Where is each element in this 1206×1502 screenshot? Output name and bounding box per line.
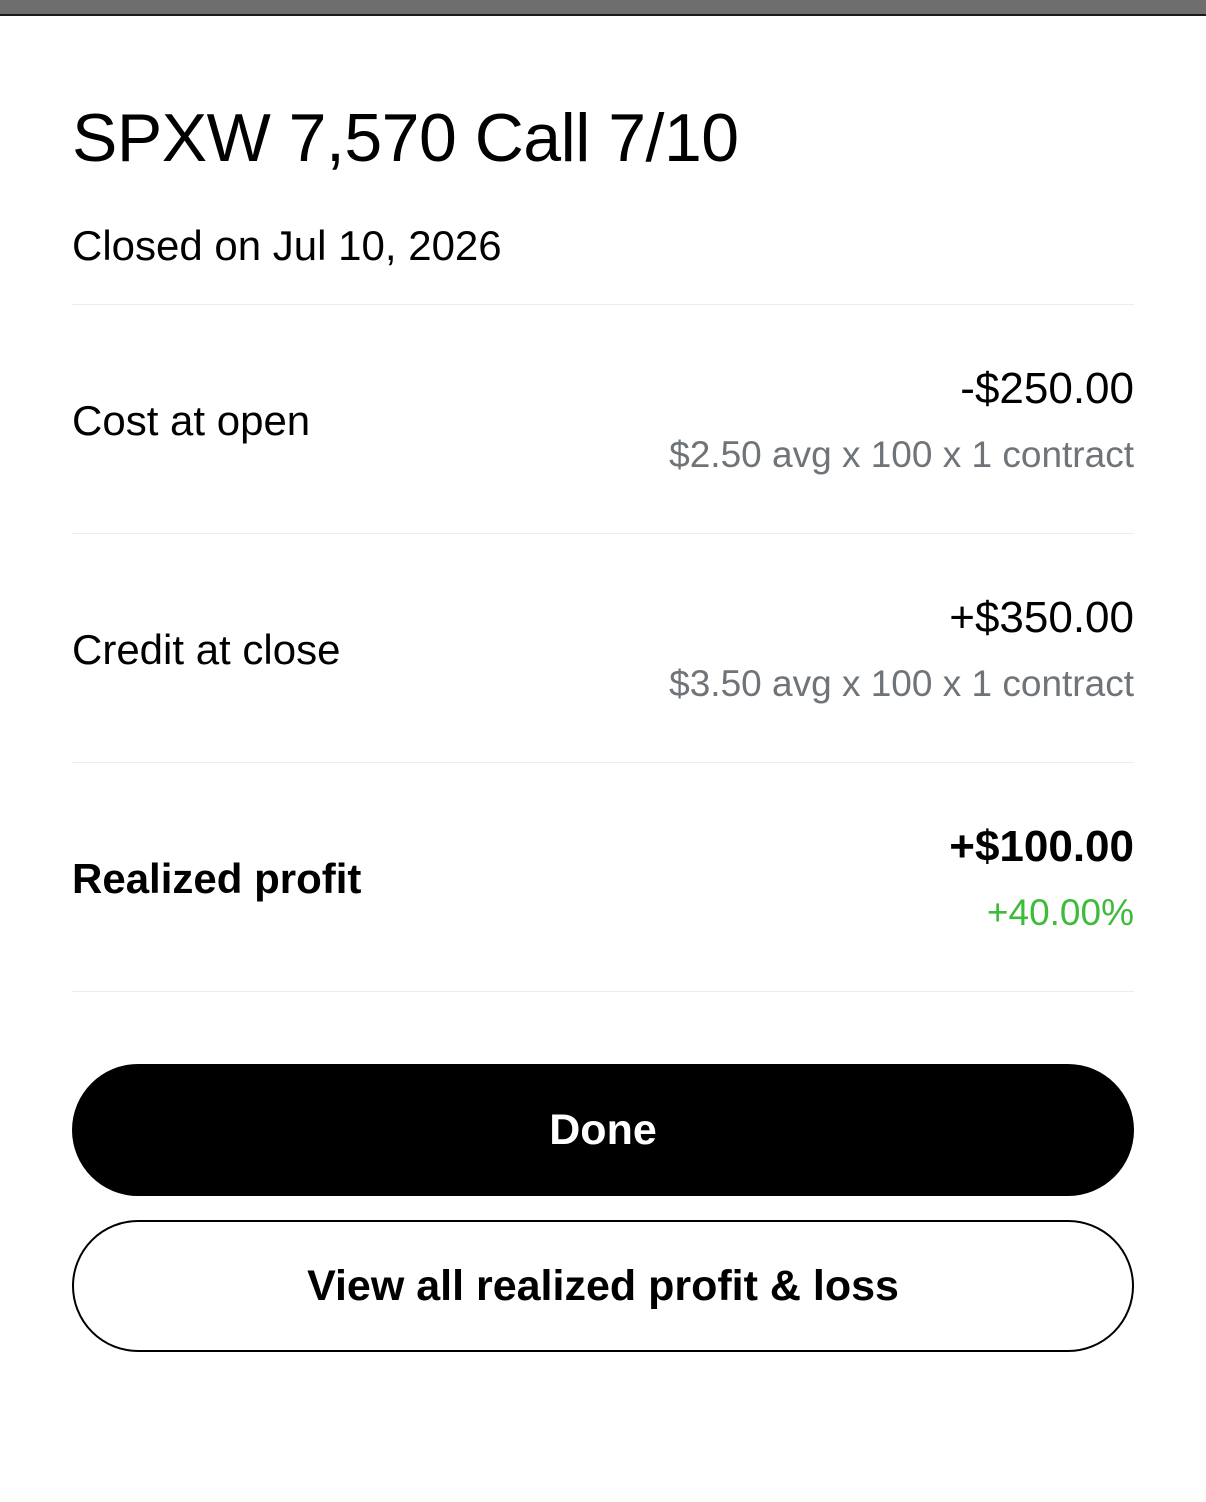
view-all-realized-pnl-label: View all realized profit & loss <box>307 1261 899 1310</box>
page-title: SPXW 7,570 Call 7/10 <box>72 100 739 176</box>
credit-at-close-detail: $3.50 avg x 100 x 1 contract <box>669 663 1134 704</box>
realized-profit-label: Realized profit <box>72 855 362 902</box>
realized-profit-value: +$100.00 <box>949 822 1134 871</box>
cost-at-open-detail: $2.50 avg x 100 x 1 contract <box>669 434 1134 475</box>
done-button[interactable]: Done <box>72 1064 1134 1196</box>
credit-at-close-row: Credit at close +$350.00 $3.50 avg x 100… <box>72 534 1134 762</box>
credit-at-close-label: Credit at close <box>72 626 341 673</box>
realized-profit-row: Realized profit +$100.00 +40.00% <box>72 763 1134 991</box>
cost-at-open-value: -$250.00 <box>960 364 1134 413</box>
cost-at-open-row: Cost at open -$250.00 $2.50 avg x 100 x … <box>72 305 1134 533</box>
realized-profit-percent: +40.00% <box>986 892 1134 933</box>
view-all-realized-pnl-button[interactable]: View all realized profit & loss <box>72 1220 1134 1352</box>
divider <box>72 991 1134 992</box>
window-top-edge <box>0 0 1206 16</box>
done-button-label: Done <box>549 1105 657 1154</box>
closed-date: Closed on Jul 10, 2026 <box>72 222 502 269</box>
credit-at-close-value: +$350.00 <box>949 593 1134 642</box>
cost-at-open-label: Cost at open <box>72 397 311 444</box>
